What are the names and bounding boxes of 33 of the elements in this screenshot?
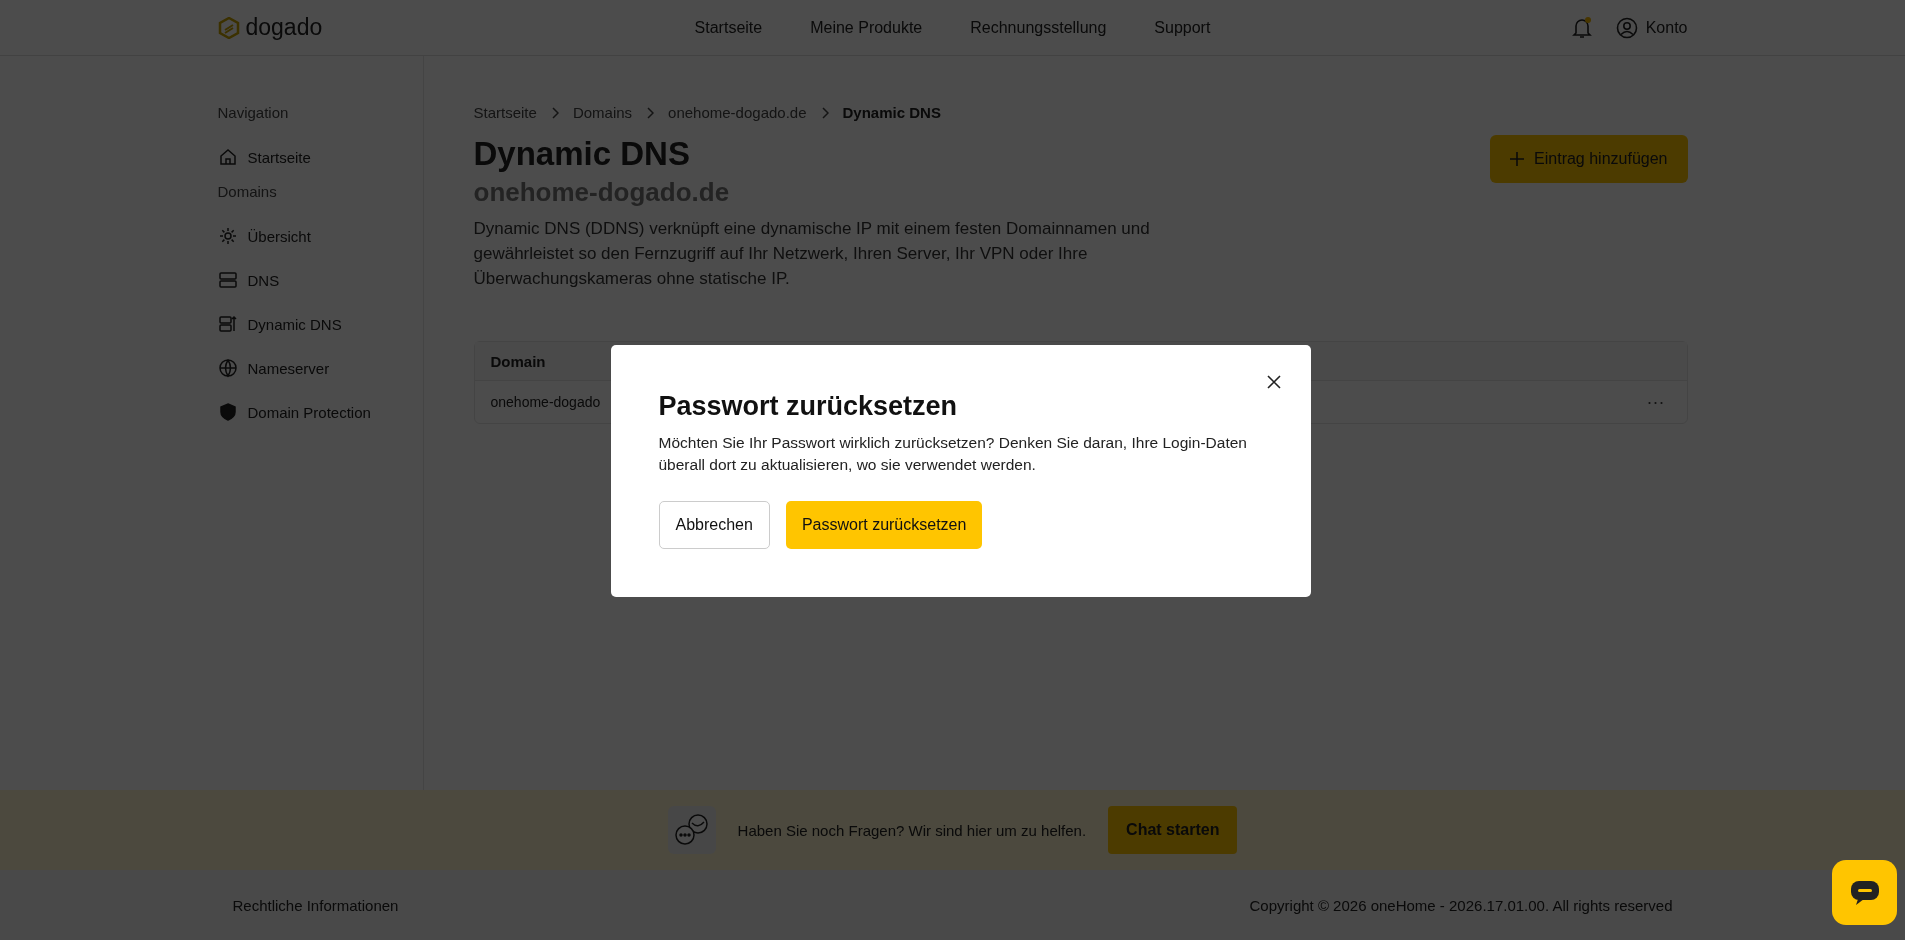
chat-icon	[1849, 879, 1880, 906]
help-text: Haben Sie noch Fragen? Wir sind hier um zu helfen.	[737, 821, 1087, 839]
more-options-button[interactable]: ···	[1640, 390, 1671, 414]
confirm-button[interactable]: Passwort zurücksetzen	[785, 501, 983, 549]
breadcrumb-link[interactable]: onehome-dogado.de	[668, 104, 807, 121]
account-link[interactable]: Konto	[1615, 16, 1688, 39]
legal-link[interactable]: Rechtliche Informationen	[232, 896, 399, 914]
nav-link[interactable]: Meine Produkte	[810, 18, 923, 37]
sidebar-item[interactable]: Übersicht	[217, 214, 423, 258]
page-description: Dynamic DNS (DDNS) verknüpft eine dynamische IP mit einem festen Domainnamen und gewährleistet so den Fernzugriff auf Ihr Netzwerk, Ihren Server, Ihr VPN oder Ihre Überwachungskameras ohne statische IP.	[473, 218, 1151, 290]
dialog-message: Möchten Sie Ihr Passwort wirklich zurücksetzen? Denken Sie daran, Ihre Login-Daten überall dort zu aktualisieren, wo sie verwendet werden.	[658, 433, 1248, 475]
sidebar-item[interactable]: Startseite	[217, 135, 423, 179]
nav-link[interactable]: Support	[1154, 18, 1211, 37]
sidebar-heading: Navigation	[217, 104, 290, 121]
sidebar-item[interactable]: Nameserver	[217, 346, 423, 390]
dialog-title: Passwort zurücksetzen	[658, 391, 959, 422]
column-header: Domain	[490, 352, 546, 370]
breadcrumb-link[interactable]: Startseite	[473, 104, 537, 121]
close-icon	[1266, 375, 1281, 389]
sidebar-item[interactable]: Dynamic DNS	[217, 302, 423, 346]
copyright-text: Copyright © 2026 oneHome - 2026.17.01.00. All rights reserved	[1249, 896, 1673, 914]
chat-widget-button[interactable]	[1832, 860, 1897, 925]
cancel-button[interactable]: Abbrechen	[658, 501, 770, 549]
nav-link[interactable]: Startseite	[694, 18, 763, 37]
sidebar-heading: Domains	[217, 183, 278, 200]
nav-link[interactable]: Rechnungsstellung	[970, 18, 1107, 37]
breadcrumb-current: Dynamic DNS	[842, 104, 941, 121]
logo-text: dogado	[245, 14, 323, 41]
sidebar-item[interactable]: DNS	[217, 258, 423, 302]
page-title: Dynamic DNS	[473, 135, 691, 173]
table-cell: onehome-dogado	[490, 394, 601, 410]
breadcrumb-link[interactable]: Domains	[572, 104, 633, 121]
sidebar-item[interactable]: Domain Protection	[217, 390, 423, 434]
